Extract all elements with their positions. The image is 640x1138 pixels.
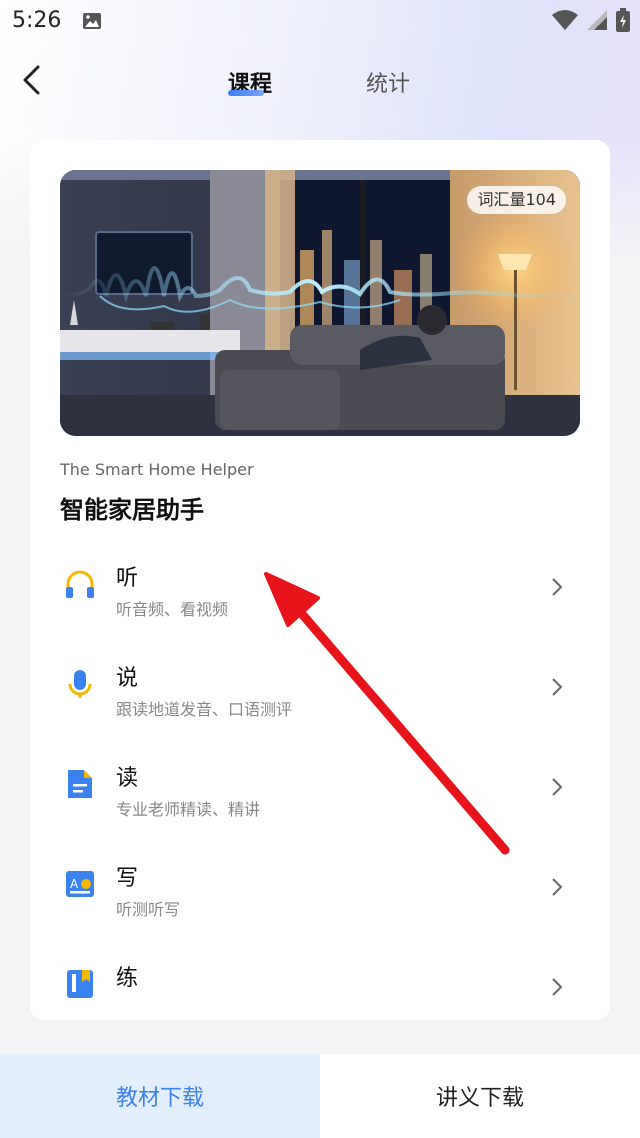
menu-item-label: 读: [116, 766, 139, 791]
document-icon: [68, 770, 92, 798]
bottom-action-bar: 教材下载 讲义下载: [0, 1054, 640, 1138]
menu-item-label: 写: [116, 866, 139, 891]
menu-item-desc: 听音频、看视频: [116, 600, 229, 619]
notebook-icon: [67, 970, 93, 998]
menu-item-speak[interactable]: 说 跟读地道发音、口语测评: [30, 652, 610, 748]
course-subtitle-en: The Smart Home Helper: [60, 460, 254, 479]
notes-download-button[interactable]: 讲义下载: [320, 1054, 640, 1138]
status-time: 5:26: [12, 8, 62, 33]
menu-item-listen[interactable]: 听 听音频、看视频: [30, 552, 610, 648]
menu-item-label: 说: [116, 666, 139, 691]
menu-item-label: 练: [116, 966, 139, 991]
chevron-right-icon: [552, 578, 563, 596]
svg-text:A: A: [70, 877, 79, 891]
menu-item-read[interactable]: 读 专业老师精读、精讲: [30, 752, 610, 848]
chevron-right-icon: [552, 778, 563, 796]
wifi-icon: [552, 10, 578, 30]
menu-item-desc: 听测听写: [116, 900, 181, 919]
chevron-right-icon: [552, 678, 563, 696]
menu-item-desc: 专业老师精读、精讲: [116, 800, 261, 819]
writing-icon: A: [66, 871, 94, 897]
microphone-icon: [68, 670, 92, 698]
course-title: 智能家居助手: [60, 496, 204, 524]
chevron-right-icon: [552, 978, 563, 996]
menu-item-write[interactable]: A 写 听测听写: [30, 852, 610, 948]
textbook-download-button[interactable]: 教材下载: [0, 1054, 320, 1138]
headphones-icon: [66, 570, 94, 598]
back-arrow-icon: [23, 65, 40, 95]
menu-item-label: 听: [116, 566, 139, 591]
status-indicators: [552, 8, 630, 32]
back-button[interactable]: [18, 62, 48, 98]
tab-active-indicator: [228, 90, 264, 96]
course-cover-image[interactable]: 词汇量104: [60, 170, 580, 436]
menu-item-practice[interactable]: 练: [30, 952, 610, 1020]
vocab-count-badge: 词汇量104: [467, 186, 566, 214]
top-nav: 课程 统计: [0, 50, 640, 110]
tab-statistics[interactable]: 统计: [366, 66, 410, 98]
signal-icon: [587, 10, 607, 30]
menu-item-desc: 跟读地道发音、口语测评: [116, 700, 293, 719]
battery-icon: [616, 8, 630, 32]
chevron-right-icon: [552, 878, 563, 896]
status-bar: 5:26: [0, 0, 640, 44]
gallery-notification-icon: [82, 11, 102, 35]
course-card: 词汇量104 The Smart Home Helper 智能家居助手 听 听音…: [30, 140, 610, 1020]
